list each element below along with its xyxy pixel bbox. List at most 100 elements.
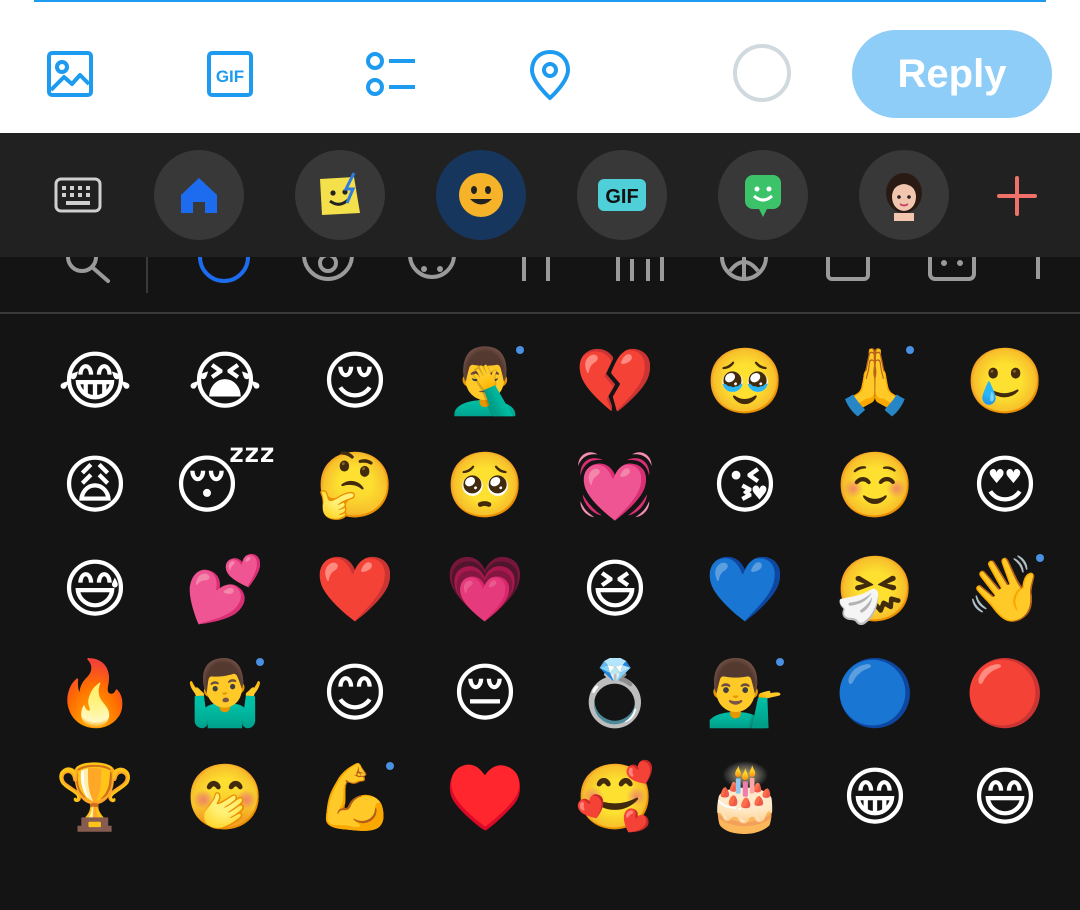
gif-icon[interactable]: GIF (200, 44, 260, 104)
emoji-key[interactable]: 💙 (680, 538, 810, 642)
keyboard-icon[interactable] (50, 173, 106, 217)
skin-tone-variant-indicator (516, 346, 524, 354)
emoji-key[interactable]: 😊 (290, 642, 420, 746)
emoji-key[interactable]: 🥲 (940, 330, 1070, 434)
flags-icon[interactable] (1028, 257, 1080, 291)
emoji-key[interactable]: 🤔 (290, 434, 420, 538)
food-icon[interactable] (508, 257, 564, 291)
emoji-key[interactable]: ♥️ (420, 746, 550, 850)
emoji-key[interactable]: 👋 (940, 538, 1070, 642)
search-icon[interactable] (58, 257, 114, 291)
skin-tone-variant-indicator (776, 658, 784, 666)
emoji-key[interactable]: 💁‍♂️ (680, 642, 810, 746)
skin-tone-variant-indicator (386, 762, 394, 770)
emoji-key[interactable]: 🤷‍♂️ (160, 642, 290, 746)
emoji-glyph: 🔵 (835, 657, 915, 731)
skin-tone-variant-indicator (1036, 554, 1044, 562)
location-pin-icon[interactable] (520, 44, 580, 104)
bitmoji-icon[interactable] (718, 150, 808, 240)
emoji-glyph: 💙 (705, 553, 785, 627)
emoji-key[interactable]: 😘 (680, 434, 810, 538)
emoji-key[interactable]: 😂 (30, 330, 160, 434)
emoji-glyph: 😆 (581, 553, 649, 627)
emoji-key[interactable]: 🏆 (30, 746, 160, 850)
emoji-glyph: 💁‍♂️ (705, 657, 785, 731)
emoji-key[interactable]: 💓 (550, 434, 680, 538)
animals-icon[interactable] (404, 257, 460, 291)
emoji-glyph: 😁 (841, 761, 909, 835)
emoji-glyph: 💕 (185, 553, 265, 627)
emoji-key[interactable]: 😭 (160, 330, 290, 434)
emoji-key[interactable]: 🥰 (550, 746, 680, 850)
emoji-key[interactable]: ☺️ (810, 434, 940, 538)
emoji-category-row (0, 257, 1080, 313)
emoji-glyph: 💍 (575, 657, 655, 731)
emoji-glyph: 🔴 (965, 657, 1045, 731)
emoji-glyph: 👋 (965, 553, 1045, 627)
emoji-glyph: 🥲 (965, 345, 1045, 419)
emoji-key[interactable]: 💗 (420, 538, 550, 642)
avatar-icon[interactable] (859, 150, 949, 240)
add-icon[interactable] (996, 175, 1038, 217)
emoji-glyph: 🤧 (835, 553, 915, 627)
emoji-glyph: 🥺 (445, 449, 525, 523)
travel-icon[interactable] (612, 257, 668, 291)
emoji-key[interactable]: 😅 (30, 538, 160, 642)
reply-button[interactable]: Reply (852, 30, 1052, 118)
emoji-key[interactable]: 🎂 (680, 746, 810, 850)
emoji-icon[interactable] (436, 150, 526, 240)
emoji-key[interactable]: 😴 (160, 434, 290, 538)
home-icon[interactable] (154, 150, 244, 240)
emoji-key[interactable]: 😔 (420, 642, 550, 746)
emoji-key[interactable]: 🙏 (810, 330, 940, 434)
activity-icon[interactable] (716, 257, 772, 291)
character-counter-ring (733, 44, 791, 102)
emoji-key[interactable]: 😆 (550, 538, 680, 642)
smileys-icon[interactable] (300, 257, 356, 291)
gif-icon[interactable]: GIF (577, 150, 667, 240)
sticker-icon[interactable] (295, 150, 385, 240)
emoji-key[interactable]: 🤭 (160, 746, 290, 850)
objects-icon[interactable] (820, 257, 876, 291)
image-icon[interactable] (40, 44, 100, 104)
category-divider (146, 257, 148, 293)
gif-icon-text: GIF (216, 67, 244, 86)
emoji-glyph: 🥰 (575, 761, 655, 835)
emoji-glyph: 🤔 (315, 449, 395, 523)
emoji-key[interactable]: 😩 (30, 434, 160, 538)
emoji-glyph: 🤦‍♂️ (445, 345, 525, 419)
emoji-glyph: 🎂 (705, 761, 785, 835)
emoji-key[interactable]: 🤦‍♂️ (420, 330, 550, 434)
emoji-key[interactable]: 😍 (940, 434, 1070, 538)
emoji-key[interactable]: 🔴 (940, 642, 1070, 746)
emoji-glyph: 😂 (57, 345, 133, 419)
emoji-key[interactable]: 🤧 (810, 538, 940, 642)
skin-tone-variant-indicator (906, 346, 914, 354)
emoji-key[interactable]: ❤️ (290, 538, 420, 642)
emoji-key[interactable]: 💔 (550, 330, 680, 434)
emoji-glyph: 😩 (61, 449, 129, 523)
compose-toolbar: GIF Reply (0, 0, 1080, 133)
emoji-glyph: 💓 (575, 449, 655, 523)
emoji-glyph: 🔥 (55, 657, 135, 731)
emoji-grid: 😂 😭 😌 🤦‍♂️ 💔 🥹 🙏 🥲 😩 😴 🤔 🥺 💓 😘 ☺️ 😍 😅 💕 ❤️ 💗 😆 💙 🤧 👋 🔥 🤷‍♂️ 😊 😔 💍 💁‍♂… (30, 330, 1070, 850)
emoji-key[interactable]: 🥺 (420, 434, 550, 538)
emoji-key[interactable]: 💍 (550, 642, 680, 746)
emoji-key[interactable]: 🔵 (810, 642, 940, 746)
emoji-key[interactable]: 😁 (810, 746, 940, 850)
emoji-key[interactable]: 💕 (160, 538, 290, 642)
category-separator (0, 312, 1080, 314)
gif-tool-text: GIF (605, 186, 638, 208)
emoji-key[interactable]: 🔥 (30, 642, 160, 746)
emoji-glyph: ☺️ (835, 449, 915, 523)
recent-icon[interactable] (196, 257, 252, 291)
emoji-key[interactable]: 😌 (290, 330, 420, 434)
emoji-key[interactable]: 🥹 (680, 330, 810, 434)
symbols-icon[interactable] (924, 257, 980, 291)
emoji-key[interactable]: 💪 (290, 746, 420, 850)
poll-icon[interactable] (360, 44, 420, 104)
emoji-glyph: 🤷‍♂️ (185, 657, 265, 731)
emoji-key[interactable]: 😄 (940, 746, 1070, 850)
emoji-glyph: 🤭 (185, 761, 265, 835)
emoji-glyph: 😴 (173, 449, 277, 523)
